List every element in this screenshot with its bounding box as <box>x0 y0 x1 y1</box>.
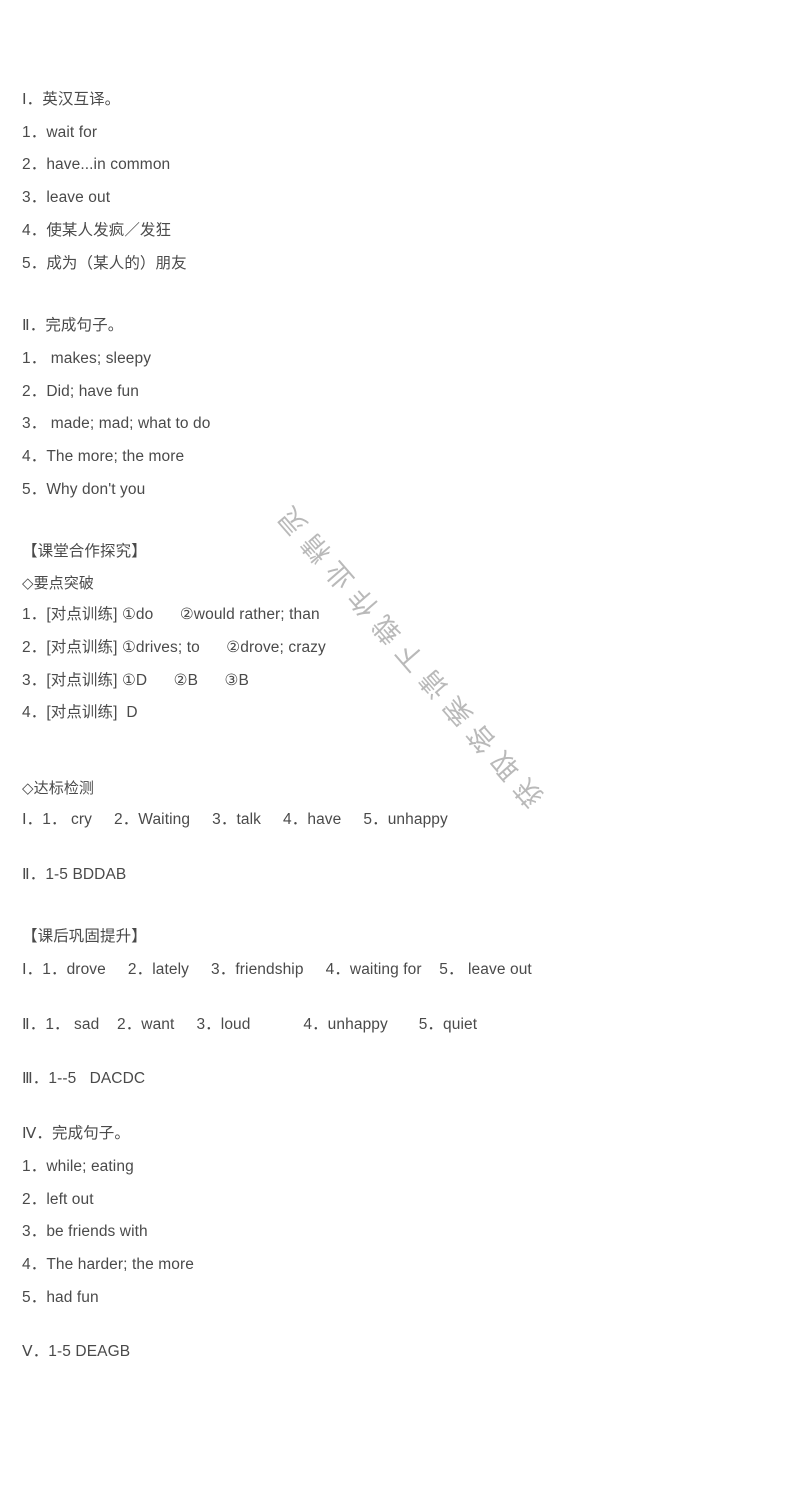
section2-item-5: 5．Why don't you <box>22 480 146 498</box>
section3-item-4: 4．[对点训练] D <box>22 704 138 722</box>
section6-item-4: 4．The harder; the more <box>22 1255 194 1273</box>
section4-line-2: Ⅱ．1-5 BDDAB <box>22 865 127 883</box>
section5-line-2: Ⅱ．1． sad 2．want 3．loud 4．unhappy 5．quiet <box>22 1015 478 1033</box>
document-content: Ⅰ．英汉互译。 1．wait for 2．have...in common 3．… <box>0 0 800 1369</box>
section1-item-4: 4．使某人发疯／发狂 <box>22 221 172 239</box>
section6-heading: Ⅳ．完成句子。 <box>22 1125 131 1143</box>
section6-item-2: 2．left out <box>22 1190 94 1208</box>
key-points-subheading: ◇要点突破 <box>22 575 95 593</box>
section7-line-1: Ⅴ．1-5 DEAGB <box>22 1343 131 1361</box>
section2-item-2: 2．Did; have fun <box>22 382 139 400</box>
section2-heading: Ⅱ．完成句子。 <box>22 317 124 335</box>
section5-line-1: Ⅰ．1．drove 2．lately 3．friendship 4．waitin… <box>22 961 532 979</box>
section1-heading: Ⅰ．英汉互译。 <box>22 91 121 108</box>
section4-line-1: Ⅰ．1． cry 2．Waiting 3．talk 4．have 5．unhap… <box>22 810 448 828</box>
section6-item-1: 1．while; eating <box>22 1157 134 1175</box>
section3-item-3: 3．[对点训练] ①D ②B ③B <box>22 671 249 689</box>
section1-item-3: 3．leave out <box>22 189 111 207</box>
section6-item-3: 3．be friends with <box>22 1223 148 1241</box>
section5-line-3: Ⅲ．1--5 DACDC <box>22 1070 146 1088</box>
section1-item-5: 5．成为（某人的）朋友 <box>22 254 187 272</box>
classroom-exploration-heading: 【课堂合作探究】 <box>22 543 147 561</box>
section1-item-2: 2．have...in common <box>22 156 171 174</box>
standard-test-subheading: ◇达标检测 <box>22 779 95 797</box>
section2-item-1: 1． makes; sleepy <box>22 349 152 367</box>
section1-item-1: 1．wait for <box>22 123 98 141</box>
section3-item-1: 1．[对点训练] ①do ②would rather; than <box>22 606 320 624</box>
after-class-heading: 【课后巩固提升】 <box>22 928 147 946</box>
answer-key-page: 获取答案请下载作业精灵 Ⅰ．英汉互译。 1．wait for 2．have...… <box>0 0 800 1507</box>
section6-item-5: 5．had fun <box>22 1288 99 1306</box>
section2-item-4: 4．The more; the more <box>22 448 185 466</box>
section3-item-2: 2．[对点训练] ①drives; to ②drove; crazy <box>22 638 326 656</box>
section2-item-3: 3． made; mad; what to do <box>22 415 211 433</box>
